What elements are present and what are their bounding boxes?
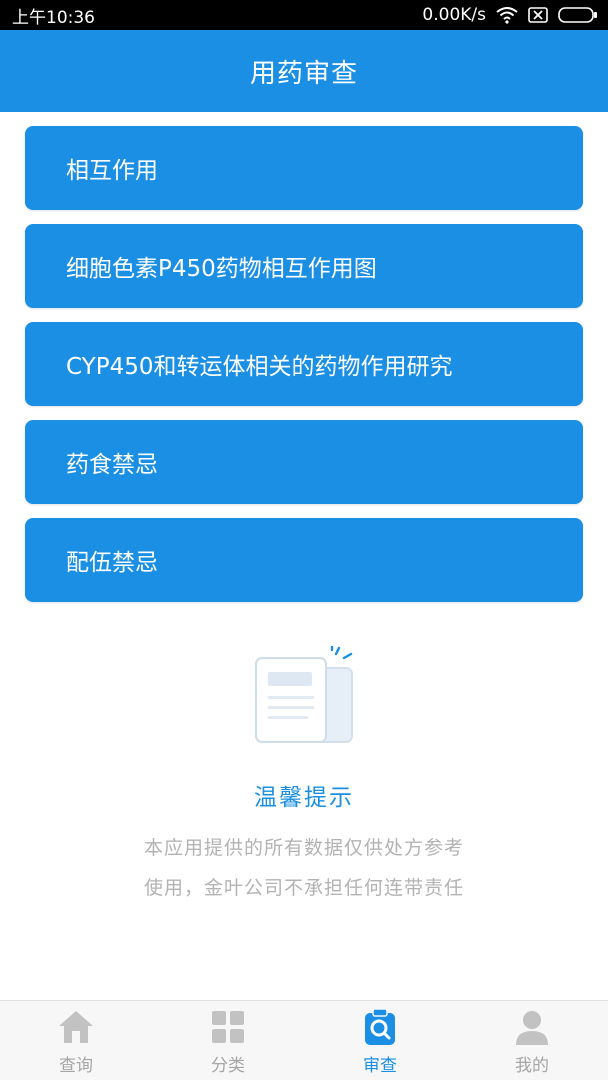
- nav-label: 分类: [211, 1056, 245, 1076]
- menu-item-label: 配伍禁忌: [66, 550, 158, 576]
- tip-title: 温馨提示: [254, 785, 354, 811]
- nav-label: 查询: [59, 1056, 93, 1076]
- menu-item-label: 药食禁忌: [66, 452, 158, 478]
- status-bar: 上午10:36 0.00K/s: [0, 0, 608, 30]
- screen: 上午10:36 0.00K/s 用药审查 相互作用 细胞色素P450药物相互作用…: [0, 0, 608, 1080]
- review-menu: 相互作用 细胞色素P450药物相互作用图 CYP450和转运体相关的药物作用研究…: [25, 126, 583, 602]
- tip-text: 本应用提供的所有数据仅供处方参考 使用，金叶公司不承担任何连带责任: [0, 828, 608, 908]
- nav-label: 审查: [363, 1056, 397, 1076]
- review-search-icon: [365, 1008, 395, 1045]
- document-icon: [248, 644, 360, 746]
- menu-item-label: CYP450和转运体相关的药物作用研究: [66, 354, 453, 380]
- menu-item-cyp450-transporter-study[interactable]: CYP450和转运体相关的药物作用研究: [25, 322, 583, 406]
- grid-icon: [212, 1011, 244, 1043]
- nav-tab-category[interactable]: 分类: [152, 1001, 304, 1080]
- menu-item-drug-food-contraindication[interactable]: 药食禁忌: [25, 420, 583, 504]
- wifi-icon: [496, 6, 518, 24]
- menu-item-label: 相互作用: [66, 158, 158, 184]
- menu-item-cyp450-interaction-chart[interactable]: 细胞色素P450药物相互作用图: [25, 224, 583, 308]
- battery-icon: [558, 6, 598, 24]
- sim-blocked-icon: [528, 7, 548, 23]
- page-title: 用药审查: [249, 58, 358, 89]
- nav-tab-review[interactable]: 审查: [304, 1001, 456, 1080]
- nav-tab-query[interactable]: 查询: [0, 1001, 152, 1080]
- bottom-nav: 查询 分类 审查 我的: [0, 1000, 608, 1080]
- nav-tab-mine[interactable]: 我的: [456, 1001, 608, 1080]
- nav-label: 我的: [515, 1056, 549, 1076]
- home-icon: [59, 1011, 93, 1043]
- status-time: 上午10:36: [12, 7, 95, 28]
- network-speed: 0.00K/s: [422, 5, 486, 25]
- app-header: 用药审查: [0, 30, 608, 112]
- user-icon: [516, 1011, 548, 1045]
- status-indicators: 0.00K/s: [422, 5, 598, 25]
- tip-line: 使用，金叶公司不承担任何连带责任: [143, 877, 464, 899]
- menu-item-compatibility-contraindication[interactable]: 配伍禁忌: [25, 518, 583, 602]
- tip-line: 本应用提供的所有数据仅供处方参考: [143, 837, 464, 859]
- menu-item-label: 细胞色素P450药物相互作用图: [66, 256, 377, 282]
- menu-item-interaction[interactable]: 相互作用: [25, 126, 583, 210]
